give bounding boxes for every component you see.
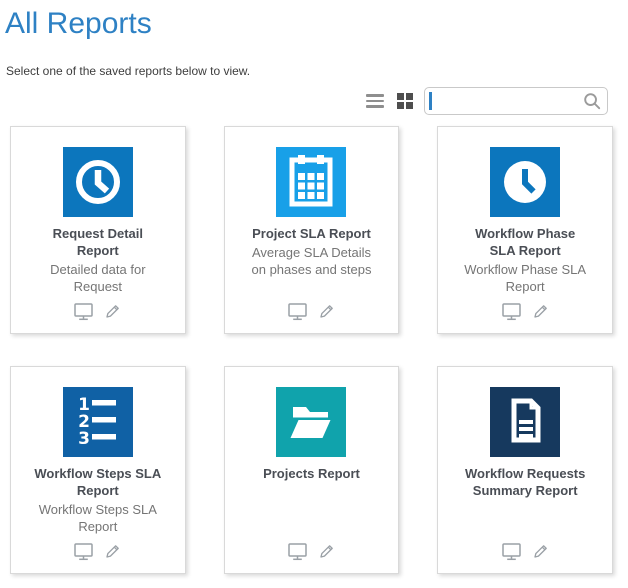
calendar-icon	[276, 147, 346, 217]
report-description: Average SLA Details on phases and steps	[233, 245, 391, 279]
edit-report-button[interactable]	[103, 302, 122, 321]
report-title: Projects Report	[233, 466, 391, 483]
monitor-icon	[501, 542, 522, 561]
report-title: Workflow Steps SLA Report	[19, 466, 177, 500]
view-report-button[interactable]	[73, 542, 94, 561]
edit-report-button[interactable]	[531, 302, 550, 321]
text-caret	[429, 92, 432, 110]
card-actions	[225, 302, 399, 321]
edit-report-button[interactable]	[317, 302, 336, 321]
grid-view-icon	[397, 93, 413, 109]
report-description: Detailed data for Request	[19, 262, 177, 296]
report-card[interactable]: Workflow Requests Summary Report	[437, 366, 613, 574]
document-icon	[490, 387, 560, 457]
view-report-button[interactable]	[287, 542, 308, 561]
pencil-icon	[317, 542, 336, 561]
card-actions	[11, 542, 185, 561]
card-actions	[438, 302, 612, 321]
clock-solid-icon	[490, 147, 560, 217]
report-description: Workflow Steps SLA Report	[19, 502, 177, 536]
toolbar	[0, 87, 608, 115]
reports-grid: Request Detail Report Detailed data for …	[0, 126, 628, 574]
page-title: All Reports	[5, 6, 628, 42]
report-title: Workflow Phase SLA Report	[446, 226, 604, 260]
view-report-button[interactable]	[73, 302, 94, 321]
report-card[interactable]: Request Detail Report Detailed data for …	[10, 126, 186, 334]
report-title: Project SLA Report	[233, 226, 391, 243]
svg-text:3: 3	[78, 429, 90, 449]
report-title: Workflow Requests Summary Report	[446, 466, 604, 500]
card-actions	[225, 542, 399, 561]
folder-icon	[276, 387, 346, 457]
page-subtitle: Select one of the saved reports below to…	[6, 64, 628, 78]
monitor-icon	[73, 542, 94, 561]
report-card[interactable]: Workflow Phase SLA Report Workflow Phase…	[437, 126, 613, 334]
card-actions	[438, 542, 612, 561]
clock-outline-icon	[63, 147, 133, 217]
monitor-icon	[287, 302, 308, 321]
card-actions	[11, 302, 185, 321]
view-report-button[interactable]	[501, 542, 522, 561]
all-reports-page: All Reports Select one of the saved repo…	[0, 6, 628, 588]
pencil-icon	[103, 542, 122, 561]
report-card[interactable]: Project SLA Report Average SLA Details o…	[224, 126, 400, 334]
list-view-icon	[366, 94, 384, 108]
report-title: Request Detail Report	[19, 226, 177, 260]
monitor-icon	[73, 302, 94, 321]
report-card[interactable]: 123 Workflow Steps SLA Report Workflow S…	[10, 366, 186, 574]
edit-report-button[interactable]	[317, 542, 336, 561]
pencil-icon	[531, 302, 550, 321]
edit-report-button[interactable]	[103, 542, 122, 561]
edit-report-button[interactable]	[531, 542, 550, 561]
magnifier-icon[interactable]	[583, 92, 601, 110]
pencil-icon	[103, 302, 122, 321]
pencil-icon	[317, 302, 336, 321]
report-card[interactable]: Projects Report	[224, 366, 400, 574]
pencil-icon	[531, 542, 550, 561]
numbered-list-icon: 123	[63, 387, 133, 457]
search-box	[424, 87, 608, 115]
grid-view-button[interactable]	[395, 91, 415, 111]
monitor-icon	[501, 302, 522, 321]
report-description: Workflow Phase SLA Report	[446, 262, 604, 296]
list-view-button[interactable]	[364, 92, 386, 110]
monitor-icon	[287, 542, 308, 561]
view-report-button[interactable]	[501, 302, 522, 321]
view-report-button[interactable]	[287, 302, 308, 321]
